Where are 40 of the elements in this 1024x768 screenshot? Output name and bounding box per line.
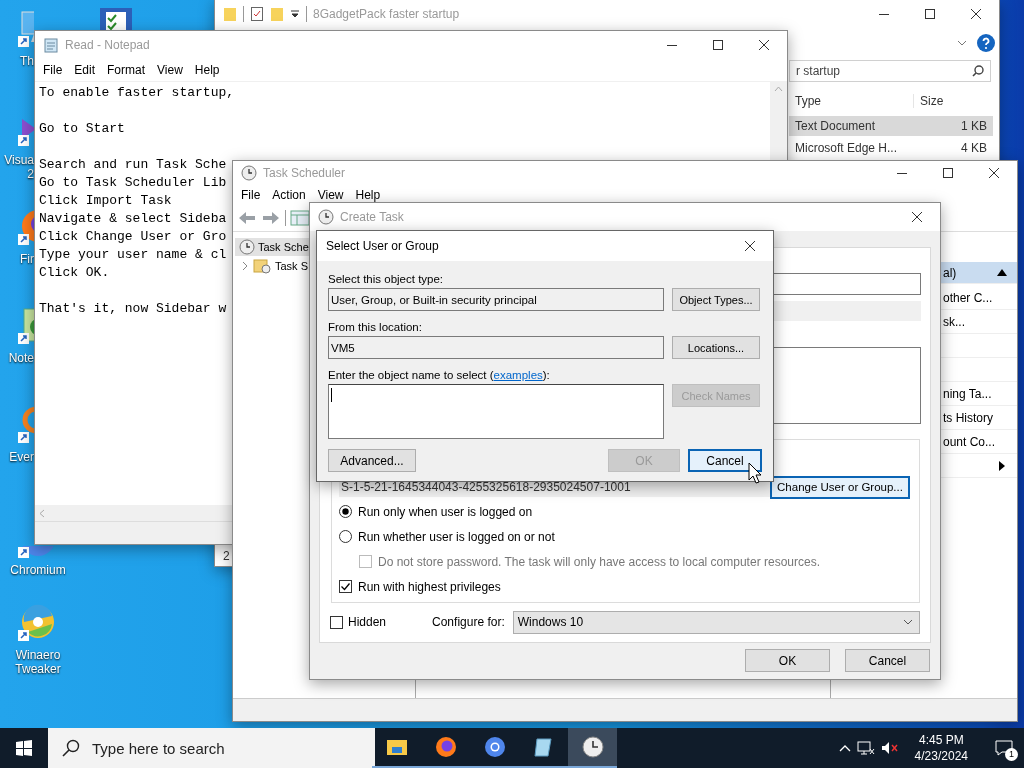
text-line: To enable faster startup,	[39, 84, 235, 102]
text-line: Type your user name & cl	[39, 246, 227, 264]
text-line: That's it, now Sidebar w	[39, 300, 227, 318]
option-label: Run whether user is logged on or not	[358, 529, 555, 544]
field-label: Select this object type:	[328, 272, 445, 285]
option-label: Do not store password. The task will only have access to local computer resources.	[378, 554, 820, 569]
text-line: Click Change User or Gro	[39, 228, 227, 246]
option-label: Run only when user is logged on	[358, 504, 533, 519]
window-title: Task Scheduler	[263, 166, 346, 180]
window-title: Read - Notepad	[65, 38, 150, 52]
file-size: 4 KB	[960, 141, 988, 155]
text-line: Click Import Task	[39, 192, 172, 210]
header-label: al)	[943, 265, 957, 280]
field-label: From this location:	[328, 320, 423, 333]
option-label: Run with highest privileges	[358, 579, 501, 594]
text-line: Go to Task Scheduler Lib	[39, 174, 227, 192]
icon-label: Th	[19, 54, 34, 68]
text-line: Navigate & select Sideba	[39, 210, 227, 228]
file-size: 1 KB	[960, 119, 988, 133]
text-line: Go to Start	[39, 120, 125, 138]
window-title: 8GadgetPack faster startup	[313, 7, 460, 21]
window-title: Create Task	[340, 210, 404, 224]
icon-label: Ever	[8, 450, 34, 464]
search-text: r startup	[796, 64, 840, 78]
field-label: Enter the object name to select (examples):	[328, 368, 551, 381]
search-placeholder: Type here to search	[92, 739, 225, 757]
icon-label: Winaero Tweaker	[15, 648, 61, 676]
status-text: 2	[223, 548, 230, 565]
icon-label: Fir	[19, 252, 34, 266]
file-type: Microsoft Edge H...	[794, 141, 899, 155]
notification-count: 1	[1005, 748, 1018, 761]
checkbox-label: Hidden	[348, 615, 387, 629]
text-line: Click OK.	[39, 264, 110, 282]
text-line: Search and run Task Sche	[39, 156, 227, 174]
icon-label: Visua 2	[3, 153, 34, 181]
icon-label: Chromium	[10, 563, 66, 577]
icon-label: Note	[7, 351, 34, 365]
window-title: Select User or Group	[326, 239, 439, 253]
field-label: Configure for:	[432, 615, 505, 629]
file-type: Text Document	[794, 119, 877, 133]
